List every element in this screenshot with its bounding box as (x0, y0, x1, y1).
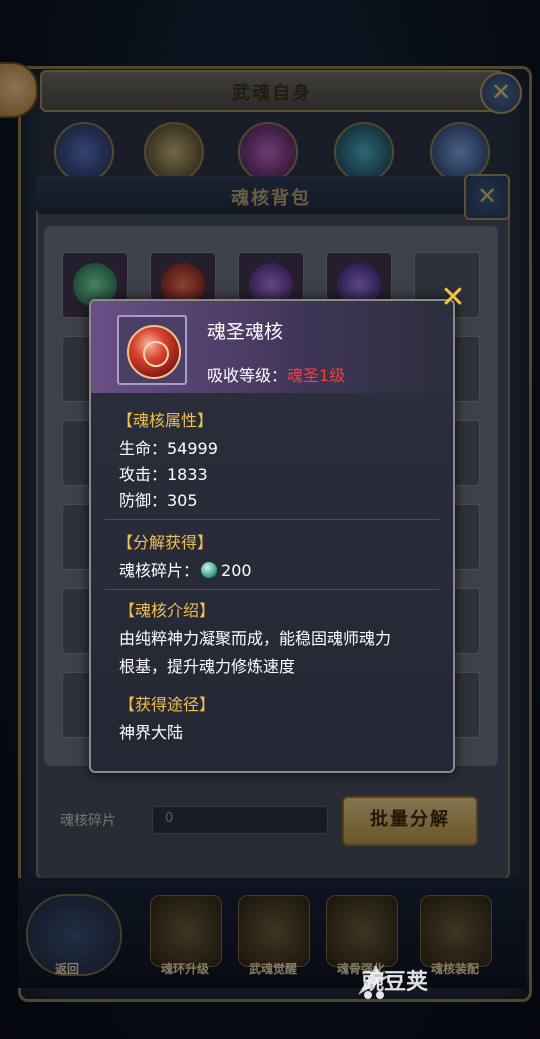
decompose-reward: 魂核碎片： 200 (119, 557, 252, 581)
popup-header: 魂圣魂核 吸收等级：魂圣1级 (91, 301, 453, 393)
soul-shard-icon (201, 562, 218, 578)
attr-defense: 防御：305 (119, 491, 198, 510)
section-divider (105, 519, 439, 520)
attr-attack: 攻击：1833 (119, 465, 208, 484)
absorb-level: 吸收等级：魂圣1级 (207, 362, 345, 386)
section-divider (105, 589, 439, 590)
attr-hp: 生命：54999 (119, 439, 218, 458)
watermark-text: 豌豆荚 (362, 970, 429, 995)
intro-text-line2: 根基，提升魂力修炼速度 (119, 657, 296, 676)
intro-section-title: 【魂核介绍】 (119, 601, 216, 620)
decompose-section-title: 【分解获得】 (117, 533, 214, 552)
item-icon-frame (117, 315, 187, 385)
decompose-reward-value: 200 (221, 561, 252, 580)
intro-text-line1: 由纯粹神力凝聚而成，能稳固魂师魂力 (119, 629, 392, 648)
item-name: 魂圣魂核 (207, 321, 284, 343)
soul-core-icon (127, 325, 181, 379)
absorb-level-value: 魂圣1级 (287, 366, 346, 385)
decompose-reward-label: 魂核碎片： (119, 561, 200, 580)
popup-close-button[interactable]: ✕ (438, 283, 468, 313)
soul-core-emblem-icon (143, 341, 169, 367)
item-detail-popup: 魂圣魂核 吸收等级：魂圣1级 【魂核属性】 生命：54999 攻击：1833 防… (89, 299, 455, 773)
source-section-title: 【获得途径】 (119, 695, 216, 714)
absorb-level-label: 吸收等级： (207, 366, 288, 385)
source-text: 神界大陆 (119, 723, 184, 742)
attr-section-title: 【魂核属性】 (117, 411, 214, 430)
